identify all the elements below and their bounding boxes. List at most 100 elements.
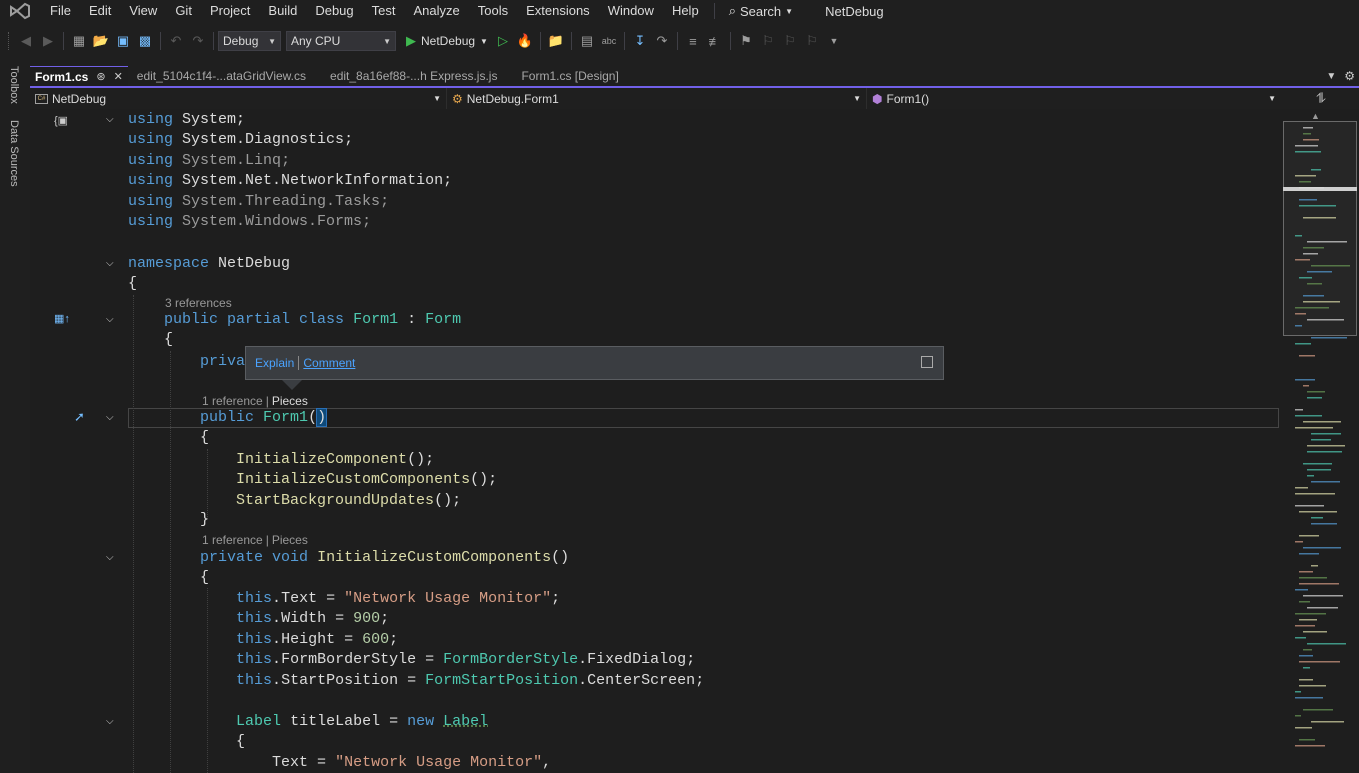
menu-window[interactable]: Window bbox=[599, 0, 663, 22]
toolbar-overflow-icon[interactable]: ▼ bbox=[823, 31, 845, 51]
tab-form1-cs[interactable]: Form1.cs ⊛ ✕ bbox=[30, 66, 128, 86]
comment-link[interactable]: Comment bbox=[303, 356, 355, 370]
new-project-icon[interactable]: ▦ bbox=[68, 31, 90, 51]
code-editor[interactable]: {▣ ▦↑ ➚ ⌵ ⌵ ⌵ ⌵ ⌵ ⌵ using System; using … bbox=[30, 109, 1281, 773]
uncomment-lines-icon[interactable]: ≢ bbox=[704, 31, 726, 51]
member-dropdown[interactable]: ⬢ Form1() ▼ bbox=[867, 88, 1281, 109]
minimap-line bbox=[1295, 379, 1315, 381]
tab-form1-design[interactable]: Form1.cs [Design] bbox=[516, 66, 623, 86]
codelens-method-pieces[interactable]: Pieces bbox=[272, 533, 308, 547]
enum-type: FormBorderStyle bbox=[443, 651, 579, 668]
save-all-icon[interactable]: ▩ bbox=[134, 31, 156, 51]
minimap-line bbox=[1299, 535, 1319, 537]
fold-chevron-icon[interactable]: ⌵ bbox=[106, 712, 114, 732]
menu-extensions[interactable]: Extensions bbox=[517, 0, 599, 22]
comment-lines-icon[interactable]: ≡ bbox=[682, 31, 704, 51]
undo-icon[interactable]: ↶ bbox=[165, 31, 187, 51]
close-icon[interactable]: ✕ bbox=[114, 70, 123, 83]
explain-link[interactable]: Explain bbox=[255, 356, 294, 370]
bookmark-icon[interactable]: ⚑ bbox=[735, 31, 757, 51]
toolbar-grip[interactable] bbox=[8, 32, 12, 50]
codelens-ctor-pieces[interactable]: Pieces bbox=[272, 394, 308, 408]
keyword: this bbox=[236, 672, 273, 689]
save-icon[interactable]: ▣ bbox=[112, 31, 134, 51]
type-label: NetDebug.Form1 bbox=[466, 91, 559, 106]
usings-collapse-icon[interactable]: {▣ bbox=[54, 114, 68, 127]
menu-tools[interactable]: Tools bbox=[469, 0, 517, 22]
step-over-icon[interactable]: ↷ bbox=[651, 31, 673, 51]
solution-name: NetDebug bbox=[825, 3, 884, 19]
menu-help[interactable]: Help bbox=[663, 0, 708, 22]
quick-actions-icon[interactable]: ➚ bbox=[74, 409, 85, 425]
minimap-line bbox=[1295, 697, 1323, 699]
minimap-line bbox=[1303, 709, 1333, 711]
menu-project[interactable]: Project bbox=[201, 0, 259, 22]
namespace-ref: System.Net.NetworkInformation bbox=[182, 172, 444, 189]
minimap-line bbox=[1303, 649, 1312, 651]
property: Text bbox=[272, 754, 309, 771]
menu-bar: File Edit View Git Project Build Debug T… bbox=[0, 0, 1359, 22]
menu-test[interactable]: Test bbox=[363, 0, 405, 22]
tab-express-js[interactable]: edit_8a16ef88-...h Express.js.js bbox=[325, 66, 502, 86]
hot-reload-icon[interactable]: 🔥 bbox=[514, 31, 536, 51]
toolbox-tab[interactable]: Toolbox bbox=[8, 66, 20, 104]
redo-icon[interactable]: ↷ bbox=[187, 31, 209, 51]
type-dropdown[interactable]: ⚙ NetDebug.Form1 ▼ bbox=[447, 88, 867, 109]
navigation-bar: C# NetDebug ▼ ⚙ NetDebug.Form1 ▼ ⬢ Form1… bbox=[30, 88, 1281, 109]
expand-popup-icon[interactable] bbox=[921, 356, 933, 368]
minimap-line bbox=[1295, 541, 1303, 543]
start-debugging-button[interactable]: ▶ NetDebug ▼ bbox=[402, 33, 492, 49]
settings-gear-icon[interactable]: ⚙ bbox=[1344, 69, 1355, 83]
search-button[interactable]: ⌕ Search ▼ bbox=[721, 3, 801, 19]
codelens-method-references[interactable]: 1 reference bbox=[202, 533, 263, 547]
minimap-line bbox=[1299, 181, 1311, 183]
data-sources-tab[interactable]: Data Sources bbox=[8, 120, 20, 187]
spell-check-icon[interactable]: abc bbox=[598, 31, 620, 51]
menu-build[interactable]: Build bbox=[259, 0, 306, 22]
inheritance-margin-icon[interactable]: ▦↑ bbox=[54, 312, 70, 325]
codelens-class-references[interactable]: 3 references bbox=[165, 296, 232, 310]
split-editor-icon[interactable]: ⥮ bbox=[1283, 88, 1359, 109]
codelens-ctor-references[interactable]: 1 reference bbox=[202, 394, 263, 408]
navigate-forward-icon[interactable]: ▶ bbox=[37, 31, 59, 51]
constructor-name: Form1 bbox=[263, 409, 309, 426]
tab-label: edit_5104c1f4-...ataGridView.cs bbox=[136, 69, 307, 83]
minimap-scrollbar[interactable]: ▲ bbox=[1281, 109, 1359, 773]
menu-edit[interactable]: Edit bbox=[80, 0, 120, 22]
menu-analyze[interactable]: Analyze bbox=[404, 0, 468, 22]
tab-datagridview-cs[interactable]: edit_5104c1f4-...ataGridView.cs bbox=[132, 66, 311, 86]
enum-type: FormStartPosition bbox=[425, 672, 579, 689]
minimap-line bbox=[1307, 397, 1322, 399]
project-dropdown[interactable]: C# NetDebug ▼ bbox=[30, 88, 447, 109]
fold-chevron-icon[interactable]: ⌵ bbox=[106, 110, 114, 130]
member-label: Form1() bbox=[886, 91, 930, 106]
method-call: StartBackgroundUpdates bbox=[236, 492, 435, 509]
clear-bookmarks-icon[interactable]: ⚐ bbox=[801, 31, 823, 51]
window-layout-icon[interactable]: ▤ bbox=[576, 31, 598, 51]
solution-explorer-icon[interactable]: 📁 bbox=[545, 31, 567, 51]
platform-select[interactable]: Any CPU ▼ bbox=[286, 31, 396, 51]
step-into-icon[interactable]: ↧ bbox=[629, 31, 651, 51]
open-file-icon[interactable]: 📂 bbox=[90, 31, 112, 51]
type-name: Label bbox=[443, 713, 489, 730]
fold-chevron-icon[interactable]: ⌵ bbox=[106, 310, 114, 330]
pin-icon[interactable]: ⊛ bbox=[96, 70, 105, 83]
fold-chevron-icon[interactable]: ⌵ bbox=[106, 254, 114, 274]
keyword: using bbox=[128, 131, 174, 148]
fold-chevron-icon[interactable]: ⌵ bbox=[106, 548, 114, 568]
next-bookmark-icon[interactable]: ⚐ bbox=[779, 31, 801, 51]
fold-chevron-icon[interactable]: ⌵ bbox=[106, 408, 114, 428]
configuration-select[interactable]: Debug ▼ bbox=[218, 31, 281, 51]
menu-debug[interactable]: Debug bbox=[306, 0, 362, 22]
start-without-debugging-icon[interactable]: ▷ bbox=[492, 31, 514, 51]
tab-list-dropdown-icon[interactable]: ▼ bbox=[1326, 71, 1336, 82]
previous-bookmark-icon[interactable]: ⚐ bbox=[757, 31, 779, 51]
menu-git[interactable]: Git bbox=[166, 0, 201, 22]
keyword: using bbox=[128, 213, 174, 230]
minimap-line bbox=[1295, 259, 1310, 261]
menu-view[interactable]: View bbox=[120, 0, 166, 22]
minimap-line bbox=[1311, 337, 1347, 339]
navigate-back-icon[interactable]: ◀ bbox=[15, 31, 37, 51]
minimap-line bbox=[1295, 427, 1333, 429]
menu-file[interactable]: File bbox=[41, 0, 80, 22]
